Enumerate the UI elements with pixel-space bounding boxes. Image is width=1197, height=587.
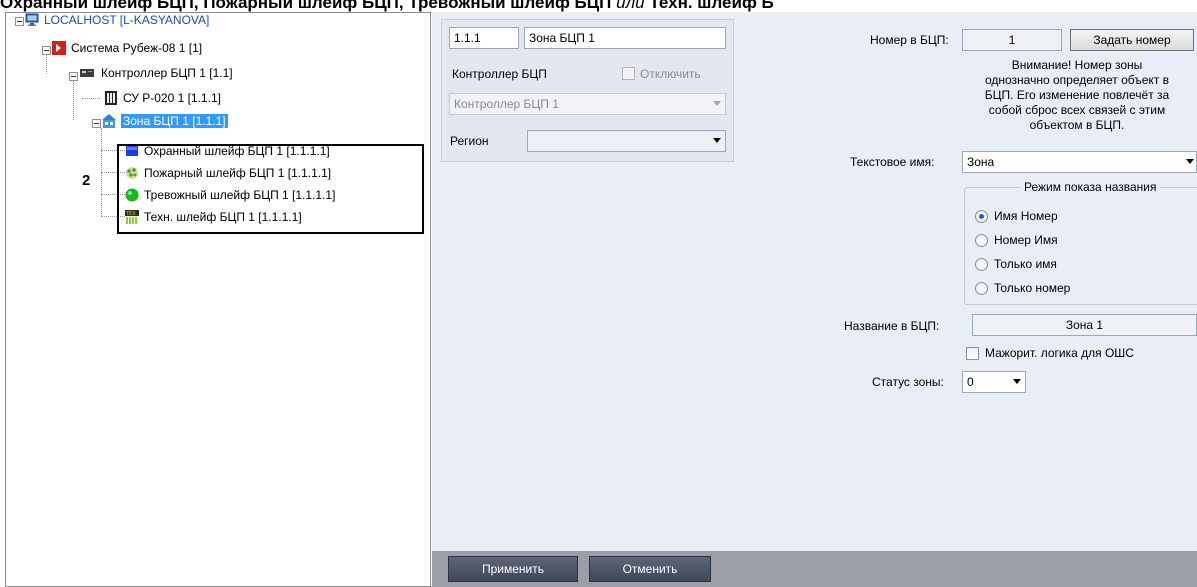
set-number-button[interactable]: Задать номер xyxy=(1070,29,1194,51)
zone-status-select[interactable]: 0 xyxy=(962,371,1026,393)
heading-part-fire: Пожарный шлейф БЦП xyxy=(203,0,399,12)
zone-name-field[interactable]: Зона БЦП 1 xyxy=(524,27,726,49)
number-field[interactable]: 1 xyxy=(962,29,1062,51)
warning-text: Внимание! Номер зоны однозначно определя… xyxy=(958,58,1196,133)
controller-label: Контроллер БЦП xyxy=(452,67,547,81)
heading-separator: , xyxy=(398,0,409,12)
apply-button[interactable]: Применить xyxy=(448,556,578,582)
majority-logic-checkbox[interactable] xyxy=(966,347,979,360)
annotation-number: 2 xyxy=(82,172,91,189)
warning-line: однозначно определяет объект в xyxy=(984,73,1170,87)
region-select[interactable] xyxy=(527,130,726,152)
heading-part-tech: Техн. шлейф Б xyxy=(649,0,774,12)
tree-node-root[interactable]: LOCALHOST [L-KASYANOVA] xyxy=(25,11,209,29)
zone-id-field[interactable]: 1.1.1 xyxy=(449,27,519,49)
heading-part-alarm: Тревожный шлейф БЦП xyxy=(408,0,612,12)
zone-status-select-value: 0 xyxy=(967,375,974,389)
chevron-down-icon xyxy=(1013,379,1021,384)
controller-select[interactable]: Контроллер БЦП 1 xyxy=(449,93,726,115)
warning-line: Внимание! Номер зоны xyxy=(1011,58,1143,72)
bcp-name-label: Название в БЦП: xyxy=(844,319,940,333)
radio-number-only[interactable] xyxy=(975,282,988,295)
bcp-name-field: Зона 1 xyxy=(972,314,1197,336)
tree-node-zone[interactable]: Зона БЦП 1 [1.1.1] xyxy=(102,112,228,130)
rubezh-system-icon xyxy=(52,41,66,55)
heading-separator-or: или xyxy=(611,0,650,12)
radio-label: Только имя xyxy=(994,257,1057,271)
cancel-button[interactable]: Отменить xyxy=(589,556,711,582)
region-label: Регион xyxy=(450,134,489,148)
text-name-select-value: Зона xyxy=(967,155,995,169)
warning-line: собой сброс всех связей с этим xyxy=(988,103,1166,117)
majority-logic-label: Мажорит. логика для ОШС xyxy=(985,346,1134,360)
warning-line: БЦП. Его изменение повлечёт за xyxy=(984,88,1170,102)
collapse-toggle[interactable] xyxy=(42,46,51,55)
annotation-box xyxy=(117,144,424,234)
radio-name-number[interactable] xyxy=(975,210,988,223)
chevron-down-icon xyxy=(713,101,721,106)
chevron-down-icon xyxy=(713,138,721,143)
zone-status-label: Статус зоны: xyxy=(872,375,944,389)
tree-line xyxy=(73,80,74,120)
radio-label: Номер Имя xyxy=(994,233,1058,247)
text-name-select[interactable]: Зона xyxy=(962,151,1197,173)
radio-label: Имя Номер xyxy=(994,209,1058,223)
tree-node-label: СУ Р-020 1 [1.1.1] xyxy=(123,91,221,105)
tree-line xyxy=(46,52,47,74)
computer-icon xyxy=(25,13,39,26)
chevron-down-icon xyxy=(1186,159,1194,164)
tree-node-label: LOCALHOST [L-KASYANOVA] xyxy=(44,13,210,27)
tree-line xyxy=(82,98,100,99)
tree-node-label: Контроллер БЦП 1 [1.1] xyxy=(101,66,233,80)
radio-label: Только номер xyxy=(994,281,1071,295)
radio-number-name[interactable] xyxy=(975,234,988,247)
collapse-toggle[interactable] xyxy=(15,17,24,26)
collapse-toggle[interactable] xyxy=(92,119,101,128)
controller-select-value: Контроллер БЦП 1 xyxy=(454,97,559,111)
number-label: Номер в БЦП: xyxy=(870,33,949,47)
radio-name-only[interactable] xyxy=(975,258,988,271)
warning-line: объектом в БЦП. xyxy=(1029,118,1125,132)
disable-checkbox[interactable] xyxy=(622,67,635,80)
display-mode-title: Режим показа названия xyxy=(1020,180,1161,194)
controller-icon xyxy=(80,69,94,77)
tree-node-controller[interactable]: Контроллер БЦП 1 [1.1] xyxy=(78,64,233,82)
disable-label: Отключить xyxy=(640,67,701,81)
tree-node-label-selected: Зона БЦП 1 [1.1.1] xyxy=(121,114,228,128)
text-name-label: Текстовое имя: xyxy=(850,155,935,169)
tree-node-label: Система Рубеж-08 1 [1] xyxy=(71,41,203,55)
tree-node-su[interactable]: СУ Р-020 1 [1.1.1] xyxy=(104,89,221,107)
tree-node-system[interactable]: Система Рубеж-08 1 [1] xyxy=(52,39,202,57)
zone-icon xyxy=(102,114,116,128)
relay-module-icon xyxy=(105,91,117,105)
collapse-toggle[interactable] xyxy=(69,72,78,81)
